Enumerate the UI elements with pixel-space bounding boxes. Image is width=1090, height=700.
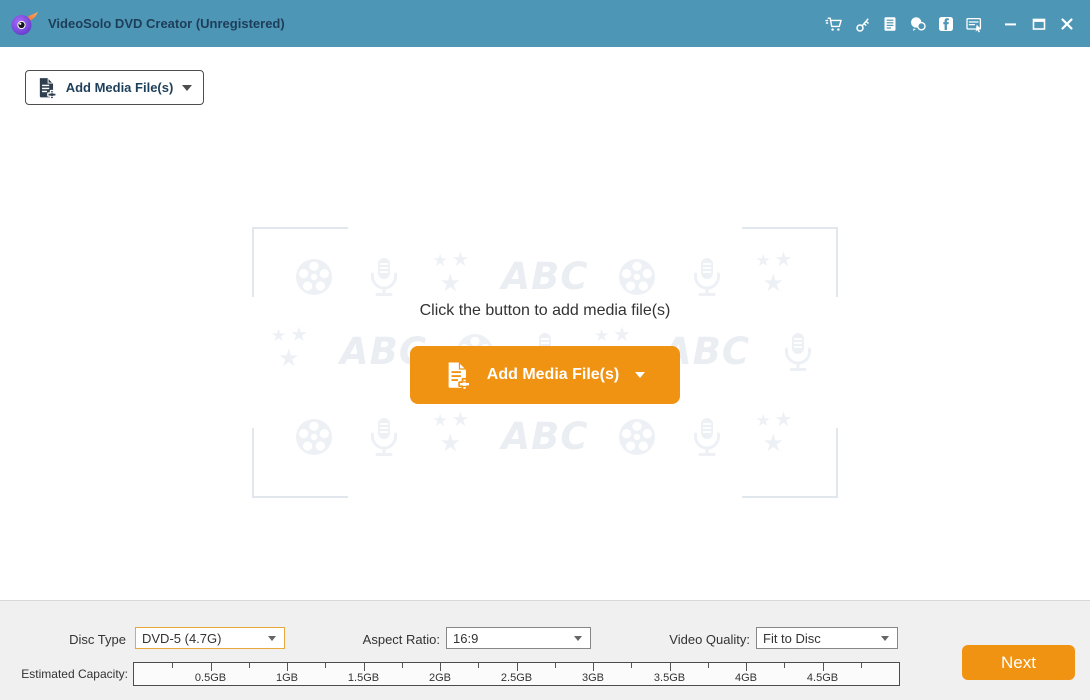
document-icon[interactable] xyxy=(881,15,899,33)
capacity-tick xyxy=(401,663,403,668)
chevron-down-icon xyxy=(182,84,193,91)
capacity-meter: 0.5GB 1GB 1.5GB 2GB 2.5GB 3GB 3.5GB 4GB 4.5GB xyxy=(133,662,900,686)
next-button[interactable]: Next xyxy=(962,645,1075,680)
capacity-tick xyxy=(631,663,633,668)
mic-icon xyxy=(776,330,820,374)
add-media-button-top[interactable]: Add Media File(s) xyxy=(25,70,204,105)
film-icon xyxy=(615,415,659,459)
maximize-button[interactable] xyxy=(1030,15,1048,33)
feedback-chat-icon[interactable] xyxy=(909,15,927,33)
add-media-main-label: Add Media File(s) xyxy=(486,366,620,383)
mic-icon xyxy=(685,255,729,299)
capacity-tick xyxy=(287,663,288,671)
capacity-tick-label: 2.5GB xyxy=(500,672,533,684)
watermark-row: ★ ★ ★ ABC ★ ★ ★ xyxy=(252,247,838,300)
cart-icon[interactable] xyxy=(825,15,843,33)
window-title: VideoSolo DVD Creator (Unregistered) xyxy=(48,16,285,31)
close-button[interactable] xyxy=(1058,15,1076,33)
capacity-tick-label: 4.5GB xyxy=(806,672,839,684)
film-icon xyxy=(292,255,336,299)
mic-icon xyxy=(685,415,729,459)
capacity-tick xyxy=(325,663,327,668)
capacity-tick xyxy=(669,663,671,671)
video-quality-select[interactable]: Fit to Disc xyxy=(756,627,898,649)
capacity-tick xyxy=(784,663,786,668)
media-list-area: Add Media File(s) ★★★ABC★★★★★★ABC★★★ABC★… xyxy=(0,47,1090,600)
capacity-tick xyxy=(554,663,556,668)
stars-icon: ★★★ xyxy=(755,407,793,457)
capacity-tick-label: 3.5GB xyxy=(653,672,686,684)
capacity-tick xyxy=(707,663,709,668)
add-file-icon xyxy=(448,360,471,390)
disc-type-label: Disc Type xyxy=(69,632,126,647)
video-quality-label: Video Quality: xyxy=(669,632,750,647)
capacity-tick xyxy=(516,663,518,671)
capacity-tick xyxy=(822,663,824,671)
watermark-row: ★ ★ ★ ABC ★ ★ ★ xyxy=(252,407,838,460)
capacity-tick-label: 2GB xyxy=(428,672,452,684)
capacity-tick xyxy=(172,663,174,668)
titlebar: VideoSolo DVD Creator (Unregistered) xyxy=(0,0,1090,47)
capacity-tick-label: 3GB xyxy=(581,672,605,684)
key-icon[interactable] xyxy=(853,15,871,33)
capacity-tick xyxy=(860,663,862,668)
settings-panel: Disc Type DVD-5 (4.7G) Aspect Ratio: 16:… xyxy=(0,600,1090,700)
capacity-tick-label: 4GB xyxy=(734,672,758,684)
facebook-icon[interactable] xyxy=(937,15,955,33)
chevron-down-icon xyxy=(574,635,582,641)
form-cursor-icon[interactable] xyxy=(965,15,983,33)
capacity-tick xyxy=(593,663,594,671)
chevron-down-icon xyxy=(881,635,889,641)
chevron-down-icon xyxy=(635,372,646,378)
dropzone-hint: Click the button to add media file(s) xyxy=(419,302,671,319)
capacity-tick xyxy=(248,663,250,668)
capacity-tick-label: 1.5GB xyxy=(347,672,380,684)
stars-icon: ★★★ xyxy=(432,247,470,297)
video-quality-value: Fit to Disc xyxy=(763,630,821,646)
aspect-ratio-label: Aspect Ratio: xyxy=(362,632,440,647)
chevron-down-icon xyxy=(268,635,276,641)
capacity-tick-label: 0.5GB xyxy=(194,672,227,684)
add-media-button-main[interactable]: Add Media File(s) xyxy=(410,346,680,404)
film-icon xyxy=(615,255,659,299)
app-logo-icon xyxy=(11,11,38,35)
mic-icon xyxy=(362,255,406,299)
estimated-capacity-label: Estimated Capacity: xyxy=(21,667,128,681)
capacity-tick xyxy=(478,663,480,668)
add-media-top-label: Add Media File(s) xyxy=(65,80,174,95)
disc-type-select[interactable]: DVD-5 (4.7G) xyxy=(135,627,285,649)
capacity-tick xyxy=(363,663,365,671)
add-file-icon xyxy=(39,76,57,99)
film-icon xyxy=(292,415,336,459)
capacity-tick xyxy=(746,663,747,671)
aspect-ratio-value: 16:9 xyxy=(453,630,479,646)
stars-icon: ★★★ xyxy=(755,247,793,297)
minimize-button[interactable] xyxy=(1002,15,1020,33)
app-window: VideoSolo DVD Creator (Unregistered) Add… xyxy=(0,0,1090,700)
mic-icon xyxy=(362,415,406,459)
capacity-tick-label: 1GB xyxy=(275,672,299,684)
abc-watermark-text: ABC xyxy=(501,415,589,458)
capacity-tick xyxy=(440,663,441,671)
capacity-tick xyxy=(210,663,212,671)
aspect-ratio-select[interactable]: 16:9 xyxy=(446,627,591,649)
titlebar-toolbar xyxy=(825,15,1090,33)
stars-icon: ★★★ xyxy=(432,407,470,457)
stars-icon: ★★★ xyxy=(271,322,308,372)
disc-type-value: DVD-5 (4.7G) xyxy=(142,630,222,646)
abc-watermark-text: ABC xyxy=(501,255,589,298)
